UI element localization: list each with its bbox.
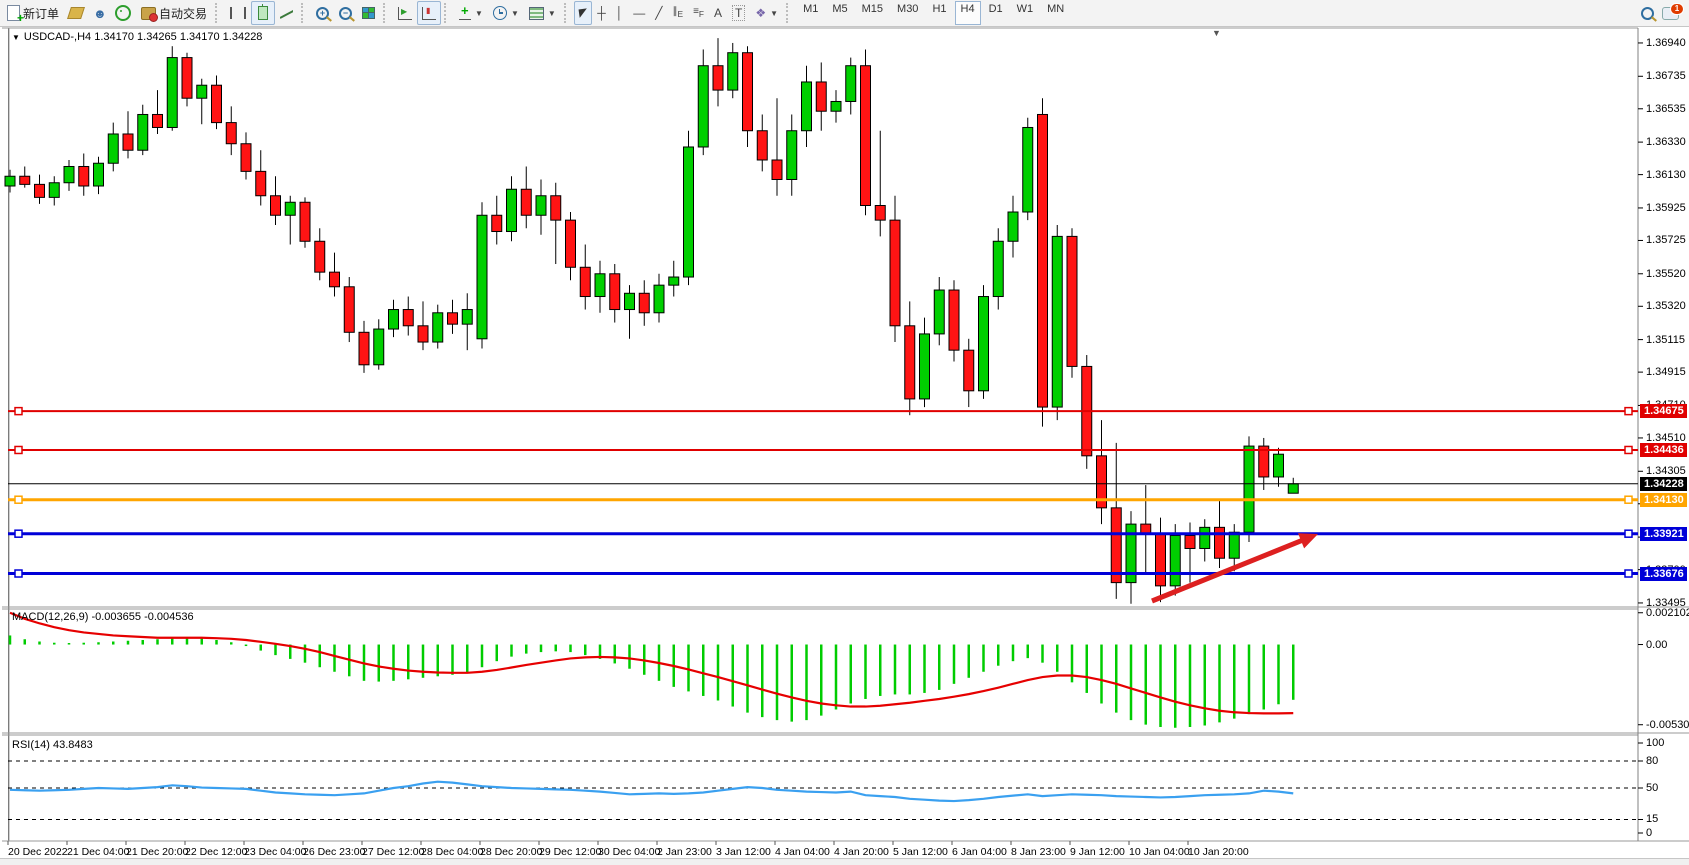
- time-tick-label: 2 Jan 23:00: [657, 846, 712, 858]
- price-level-badge: 1.33676: [1640, 567, 1687, 581]
- macd-tick-label: 0.002102: [1646, 607, 1689, 619]
- time-tick-label: 21 Dec 20:00: [126, 846, 188, 858]
- price-tick-label: 1.34305: [1646, 465, 1686, 477]
- time-tick-label: 30 Dec 04:00: [598, 846, 660, 858]
- price-tick-label: 1.34915: [1646, 366, 1686, 378]
- price-level-badge: 1.34675: [1640, 404, 1687, 418]
- time-tick-label: 29 Dec 12:00: [539, 846, 601, 858]
- rsi-indicator-label: RSI(14) 43.8483: [12, 739, 93, 751]
- price-tick-label: 1.36535: [1646, 103, 1686, 115]
- macd-tick-label: -0.005303: [1646, 719, 1689, 731]
- candlestick-plot[interactable]: [0, 0, 1689, 865]
- time-tick-label: 9 Jan 12:00: [1070, 846, 1125, 858]
- chevron-down-icon[interactable]: ▼: [12, 33, 20, 42]
- price-level-badge: 1.34436: [1640, 443, 1687, 457]
- price-tick-label: 1.35520: [1646, 268, 1686, 280]
- time-tick-label: 28 Dec 04:00: [421, 846, 483, 858]
- time-tick-label: 21 Dec 04:00: [67, 846, 129, 858]
- time-tick-label: 8 Jan 23:00: [1011, 846, 1066, 858]
- price-tick-label: 1.36940: [1646, 37, 1686, 49]
- rsi-tick-label: 15: [1646, 813, 1658, 825]
- time-tick-label: 27 Dec 12:00: [362, 846, 424, 858]
- time-tick-label: 5 Jan 12:00: [893, 846, 948, 858]
- time-tick-label: 28 Dec 20:00: [480, 846, 542, 858]
- rsi-tick-label: 100: [1646, 737, 1664, 749]
- chart-shift-marker[interactable]: ▼: [1212, 28, 1221, 38]
- time-tick-label: 10 Jan 20:00: [1188, 846, 1249, 858]
- time-tick-label: 6 Jan 04:00: [952, 846, 1007, 858]
- price-tick-label: 1.35115: [1646, 334, 1685, 346]
- time-tick-label: 20 Dec 2022: [8, 846, 68, 858]
- price-tick-label: 1.36130: [1646, 169, 1686, 181]
- time-tick-label: 4 Jan 04:00: [775, 846, 830, 858]
- time-tick-label: 23 Dec 04:00: [244, 846, 306, 858]
- time-tick-label: 26 Dec 23:00: [303, 846, 365, 858]
- status-bar: [0, 858, 1689, 865]
- price-tick-label: 1.35725: [1646, 234, 1686, 246]
- time-tick-label: 3 Jan 12:00: [716, 846, 771, 858]
- rsi-tick-label: 0: [1646, 827, 1652, 839]
- price-level-badge: 1.33921: [1640, 527, 1687, 541]
- macd-indicator-label: MACD(12,26,9) -0.003655 -0.004536: [12, 611, 194, 623]
- mt4-application-window: 新订单☻自动交易+−▼▼▼◤┼│—╱∥E≡FAT❖▼M1M5M15M30H1H4…: [0, 0, 1689, 865]
- price-tick-label: 1.36330: [1646, 136, 1686, 148]
- price-level-badge: 1.34228: [1640, 477, 1687, 491]
- macd-tick-label: 0.00: [1646, 639, 1667, 651]
- price-tick-label: 1.35320: [1646, 300, 1686, 312]
- rsi-tick-label: 50: [1646, 782, 1658, 794]
- price-tick-label: 1.36735: [1646, 70, 1686, 82]
- time-tick-label: 22 Dec 12:00: [185, 846, 247, 858]
- price-tick-label: 1.35925: [1646, 202, 1686, 214]
- time-tick-label: 4 Jan 20:00: [834, 846, 889, 858]
- symbol-ohlc-label: ▼USDCAD-,H4 1.34170 1.34265 1.34170 1.34…: [12, 31, 262, 43]
- rsi-tick-label: 80: [1646, 755, 1658, 767]
- time-tick-label: 10 Jan 04:00: [1129, 846, 1190, 858]
- price-level-badge: 1.34130: [1640, 493, 1687, 507]
